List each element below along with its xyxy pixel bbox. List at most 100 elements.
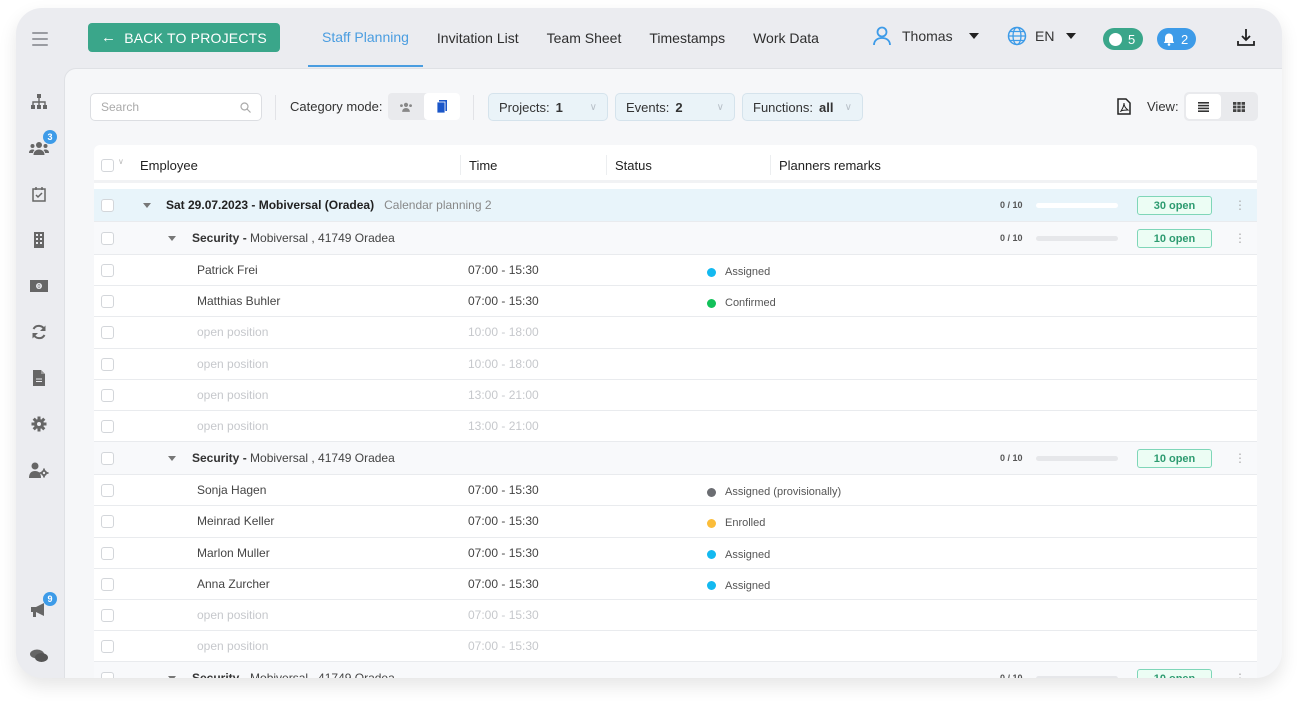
grid-icon [1232,101,1245,112]
open-positions-badge[interactable]: 10 open [1137,449,1212,469]
projects-dropdown[interactable]: Projects: 1 ∨ [488,93,608,121]
open-position-row[interactable]: open position 10:00 - 18:00 [94,317,1257,349]
section-function: Security - [192,451,247,466]
collapse-triangle-icon[interactable] [168,236,176,241]
section-row[interactable]: Security - Mobiversal , 41749 Oradea 0 / … [94,662,1257,678]
status-dot [707,581,716,591]
section-function: Security - [192,231,247,245]
open-position-row[interactable]: open position 07:00 - 15:30 [94,600,1257,632]
more-options-icon[interactable]: ⋮ [1234,672,1246,678]
open-position-row[interactable]: open position 13:00 - 21:00 [94,380,1257,411]
table-row[interactable]: Sonja Hagen 07:00 - 15:30 Assigned (provis… [94,475,1257,507]
open-position-row[interactable]: open position 07:00 - 15:30 [94,631,1257,663]
row-checkbox[interactable] [101,515,114,529]
tab-work-data[interactable]: Work Data [739,8,833,67]
pdf-export-icon[interactable] [1117,98,1131,115]
row-checkbox[interactable] [101,672,114,678]
tab-team-sheet[interactable]: Team Sheet [533,8,636,67]
status-dot [707,550,716,559]
row-checkbox[interactable] [101,199,114,212]
caret-down-icon [1066,33,1077,39]
collapse-triangle-icon[interactable] [168,676,176,678]
open-positions-badge[interactable]: 10 open [1137,669,1212,678]
view-toggle [1184,92,1258,121]
tab-timestamps[interactable]: Timestamps [635,8,739,67]
download-icon[interactable] [1236,27,1256,47]
section-row[interactable]: Security - Mobiversal , 41749 Oradea 0 / … [94,222,1257,255]
table-row[interactable]: Anna Zurcher 07:00 - 15:30 Assigned [94,569,1257,600]
sidebar-item-structure[interactable] [29,92,49,112]
sidebar: 3 0 9 [16,68,62,678]
section-title: Security - Mobiversal , 41749 Oradea [192,451,395,465]
more-options-icon[interactable]: ⋮ [1234,199,1246,211]
column-status[interactable]: Status [606,155,652,175]
sidebar-item-chat[interactable] [29,646,49,666]
sidebar-item-finances[interactable]: 0 [29,276,49,296]
row-checkbox[interactable] [101,484,114,498]
progress-ratio: 0 / 10 [1000,200,1023,210]
row-checkbox[interactable] [101,264,114,277]
row-checkbox[interactable] [101,640,114,654]
sidebar-item-settings[interactable] [29,414,49,434]
table-row[interactable]: Matthias Buhler 07:00 - 15:30 Confirmed [94,286,1257,318]
chevron-down-icon[interactable]: ∨ [118,157,124,166]
row-checkbox[interactable] [101,608,114,622]
sidebar-item-locations[interactable] [29,230,49,250]
sync-icon [32,324,46,340]
functions-dropdown[interactable]: Functions: all ∨ [742,93,863,121]
row-checkbox[interactable] [101,295,114,309]
menu-icon[interactable] [32,32,48,46]
progress-bar [1036,676,1118,678]
collapse-triangle-icon[interactable] [168,456,176,462]
row-checkbox[interactable] [101,357,114,371]
table-row[interactable]: Meinrad Keller 07:00 - 15:30 Enrolled [94,506,1257,538]
search-input[interactable]: Search [90,93,262,121]
tab-invitation-list[interactable]: Invitation List [423,8,533,67]
sidebar-item-calendar[interactable] [29,184,49,204]
section-row[interactable]: Security - Mobiversal , 41749 Oradea 0 / … [94,442,1257,476]
row-checkbox[interactable] [101,232,114,245]
sidebar-item-sync[interactable] [29,322,49,342]
category-mode-documents[interactable] [424,93,460,120]
back-to-projects-button[interactable]: ← BACK TO PROJECTS [88,23,280,52]
status-indicator: Assigned [707,266,770,278]
column-employee[interactable]: Employee [132,155,198,175]
sidebar-item-staff[interactable]: 3 [29,130,57,158]
language-selector[interactable]: EN [1007,26,1077,46]
open-positions-badge[interactable]: 30 open [1137,196,1212,215]
tab-staff-planning[interactable]: Staff Planning [308,8,423,67]
row-checkbox[interactable] [101,452,114,466]
chevron-down-icon: ∨ [589,101,597,113]
row-checkbox[interactable] [101,546,114,560]
list-view-button[interactable] [1186,94,1221,119]
select-all-checkbox[interactable] [101,159,114,172]
sidebar-item-documents[interactable] [29,368,49,388]
messages-button[interactable]: 5 [1103,28,1144,50]
column-time[interactable]: Time [460,155,497,175]
row-checkbox[interactable] [101,577,114,591]
grid-view-button[interactable] [1221,94,1256,119]
open-position-row[interactable]: open position 13:00 - 21:00 [94,411,1257,443]
events-dropdown[interactable]: Events: 2 ∨ [615,93,735,121]
collapse-triangle-icon[interactable] [143,203,151,208]
messages-count: 5 [1128,31,1136,47]
open-position-row[interactable]: open position 10:00 - 18:00 [94,349,1257,380]
sidebar-item-user-settings[interactable] [29,460,49,480]
row-checkbox[interactable] [101,388,114,402]
user-menu[interactable]: Thomas [872,26,979,46]
group-row[interactable]: Sat 29.07.2023 - Mobiversal (Oradea) Cale… [94,189,1257,222]
employee-name: Marlon Muller [197,545,270,560]
category-mode-staff[interactable] [388,93,424,120]
notifications-button[interactable]: 2 [1157,28,1197,50]
row-checkbox[interactable] [101,419,114,433]
sidebar-item-announcements[interactable]: 9 [29,592,57,620]
open-positions-badge[interactable]: 10 open [1137,229,1212,248]
column-planners-remarks[interactable]: Planners remarks [770,155,881,175]
status-dot [707,298,716,308]
functions-label: Functions: [753,99,813,115]
table-row[interactable]: Marlon Muller 07:00 - 15:30 Assigned [94,538,1257,569]
table-row[interactable]: Patrick Frei 07:00 - 15:30 Assigned [94,255,1257,287]
more-options-icon[interactable]: ⋮ [1234,452,1246,464]
more-options-icon[interactable]: ⋮ [1234,232,1246,244]
row-checkbox[interactable] [101,326,114,340]
